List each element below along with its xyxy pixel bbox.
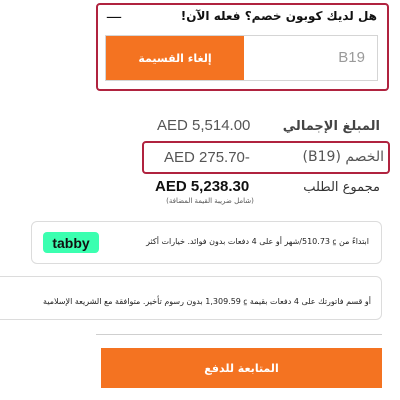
checkout-button[interactable]: المتابعة للدفع <box>101 348 382 388</box>
coupon-code-input[interactable]: B19 <box>338 49 365 66</box>
order-total-value: AED 5,238.30 <box>155 178 250 195</box>
order-total-label: مجموع الطلب <box>303 180 380 195</box>
remove-coupon-button[interactable]: إلغاء القسيمة <box>106 36 244 80</box>
discount-value: AED 275.70- <box>164 149 250 166</box>
subtotal-value: AED 5,514.00 <box>157 117 251 134</box>
coupon-input-group: إلغاء القسيمة B19 <box>105 35 378 81</box>
tabby-logo: tabby <box>43 232 99 253</box>
subtotal-label: المبلغ الإجمالي <box>282 119 380 134</box>
discount-row: AED 275.70- الخصم (B19) <box>142 141 390 174</box>
tamara-card[interactable]: أو قسم فاتورتك على 4 دفعات بقيمة ⃀ 1,309… <box>0 276 382 320</box>
tabby-text: ابتداءً من ⃀ 510.73/شهر أو على 4 دفعات ب… <box>146 237 369 246</box>
coupon-title: هل لديك كوبون خصم؟ فعله الآن! <box>180 9 377 23</box>
divider <box>96 334 382 335</box>
discount-label: الخصم (B19) <box>302 149 384 165</box>
vat-note: (شامل ضريبة القيمة المضافة) <box>166 197 254 205</box>
subtotal-row: AED 5,514.00 المبلغ الإجمالي <box>0 117 400 139</box>
coupon-section: — هل لديك كوبون خصم؟ فعله الآن! إلغاء ال… <box>96 3 389 91</box>
collapse-icon[interactable]: — <box>106 9 122 25</box>
tabby-card[interactable]: tabby ابتداءً من ⃀ 510.73/شهر أو على 4 د… <box>31 221 382 264</box>
tamara-text: أو قسم فاتورتك على 4 دفعات بقيمة ⃀ 1,309… <box>43 297 371 306</box>
